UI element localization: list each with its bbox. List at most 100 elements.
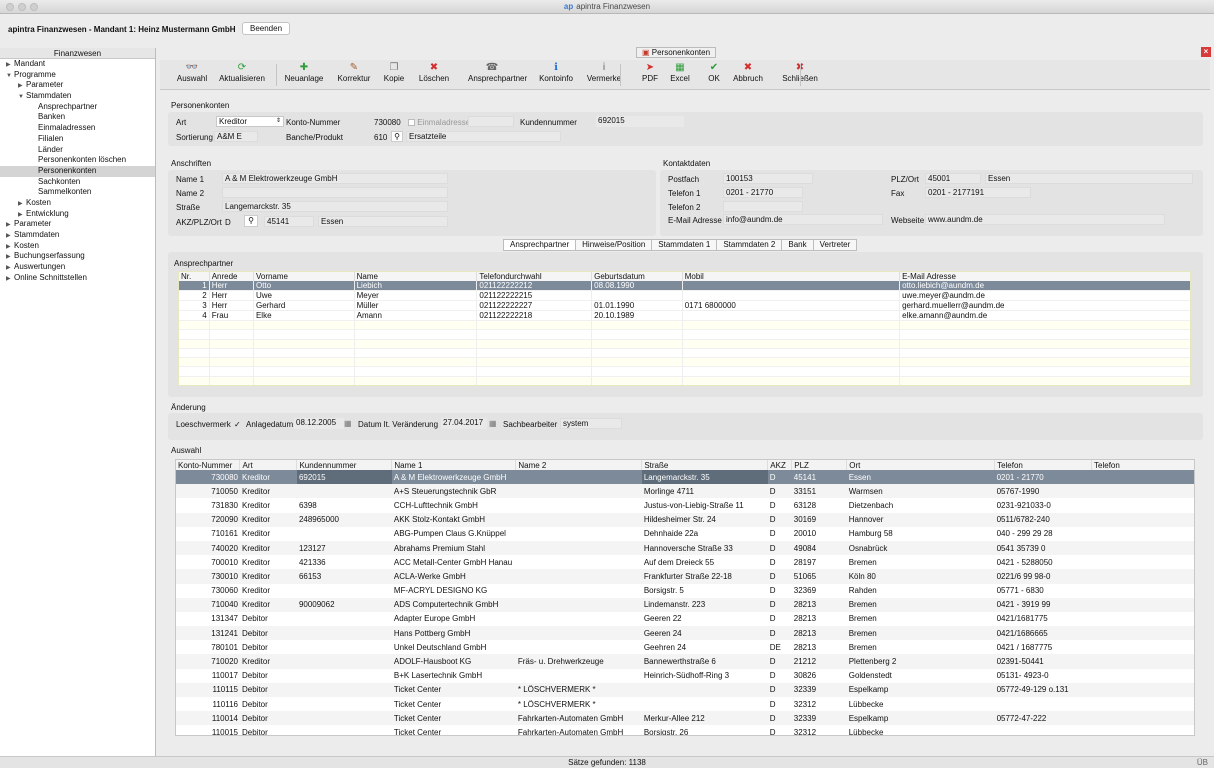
table-row[interactable]: 740020 Kreditor 123127 Abrahams Premium Sta…	[176, 540, 1194, 556]
tab-hinweise-position[interactable]: Hinweise/Position	[575, 239, 653, 251]
column-header[interactable]: Art	[239, 460, 298, 470]
kunden-field[interactable]: 692015	[596, 116, 684, 127]
table-row[interactable]: 2 Herr Uwe Meyer 021122222215 uwe.meyer@aundm…	[179, 290, 1190, 301]
column-header[interactable]: Straße	[641, 460, 769, 470]
table-row[interactable]	[179, 320, 1190, 331]
tab-personenkonten[interactable]: ▣ Personenkonten	[636, 47, 716, 58]
aktualisieren-button[interactable]: ⟳ Aktualisieren	[218, 62, 266, 83]
nav-item[interactable]: Banken	[0, 112, 155, 123]
table-row[interactable]: 731830 Kreditor 6398 CCH-Lufttechnik GmbH Ju…	[176, 498, 1194, 513]
webseite-field[interactable]: www.aundm.de	[925, 214, 1165, 225]
column-header[interactable]: AKZ	[767, 460, 793, 470]
plz-field[interactable]: 45141	[264, 216, 314, 227]
art-select[interactable]: Kreditor ⇕	[216, 116, 284, 127]
column-header[interactable]: Kundennummer	[296, 460, 393, 470]
beenden-button[interactable]: Beenden	[242, 22, 290, 35]
table-row[interactable]: 131241 Debitor Hans Pottberg GmbH Geeren 24…	[176, 626, 1194, 641]
table-row[interactable]: 110116 Debitor Ticket Center * LÖSCHVERMERK…	[176, 697, 1194, 712]
nav-item[interactable]: ▶ Online Schnittstellen	[0, 273, 155, 284]
nav-item[interactable]: ▶ Parameter	[0, 80, 155, 91]
minimize-window-button[interactable]	[18, 3, 26, 11]
calendar-icon[interactable]: ▦	[344, 419, 352, 428]
table-row[interactable]: 110014 Debitor Ticket Center Fahrkarten-Aut…	[176, 711, 1194, 726]
table-row[interactable]: 1 Herr Otto Liebich 021122222212 08.08.1990 ot…	[179, 281, 1190, 291]
table-row[interactable]	[179, 348, 1190, 359]
column-header[interactable]: Ort	[846, 460, 996, 470]
datum-field[interactable]: 27.04.2017	[441, 418, 487, 429]
column-header[interactable]: Telefondurchwahl	[476, 272, 593, 281]
tree-arrow-icon[interactable]: ▼	[6, 71, 14, 82]
tab-ansprechpartner[interactable]: Ansprechpartner	[503, 239, 577, 251]
löschen-button[interactable]: ✖ Löschen	[410, 62, 458, 83]
name2-field[interactable]	[222, 187, 448, 198]
nav-item[interactable]: Personenkonten löschen	[0, 155, 155, 166]
nav-item[interactable]: ▶ Auswertungen	[0, 262, 155, 273]
nav-item[interactable]: ▶ Parameter	[0, 219, 155, 230]
table-row[interactable]: 730060 Kreditor MF-ACRYL DESIGNO KG Borsigs…	[176, 583, 1194, 598]
column-header[interactable]: Anrede	[209, 272, 254, 281]
nav-item[interactable]: ▶ Stammdaten	[0, 230, 155, 241]
nav-item[interactable]: Filialen	[0, 134, 155, 145]
nav-item[interactable]: Einmaladressen	[0, 123, 155, 134]
strasse-field[interactable]: Langemarckstr. 35	[222, 201, 448, 212]
plz-search-icon[interactable]: ⚲	[244, 215, 258, 227]
sachbearbeiter-field[interactable]: system	[560, 418, 622, 429]
table-row[interactable]	[179, 339, 1190, 349]
auswahl-button[interactable]: 👓 Auswahl	[168, 62, 216, 83]
table-row[interactable]: 730010 Kreditor 66153 ACLA-Werke GmbH Frankf…	[176, 569, 1194, 584]
nav-item[interactable]: Personenkonten	[0, 165, 155, 177]
telefon2-field[interactable]	[723, 201, 803, 212]
column-header[interactable]: Geburtsdatum	[591, 272, 683, 281]
nav-item[interactable]: ▶ Kosten	[0, 241, 155, 252]
anlagedatum-field[interactable]: 08.12.2005	[294, 418, 344, 429]
table-row[interactable]: 700010 Kreditor 421336 ACC Metall-Center Gm…	[176, 555, 1194, 570]
table-row[interactable]	[179, 376, 1190, 385]
ort-field[interactable]: Essen	[318, 216, 448, 227]
nav-item[interactable]: Sammelkonten	[0, 187, 155, 198]
nav-item[interactable]: ▼ Stammdaten	[0, 91, 155, 102]
maximize-window-button[interactable]	[30, 3, 38, 11]
table-row[interactable]: 720090 Kreditor 248965000 AKK Stolz-Kontakt…	[176, 512, 1194, 527]
nav-item[interactable]: Sachkonten	[0, 177, 155, 188]
postfach-field[interactable]: 100153	[723, 173, 813, 184]
close-tab-icon[interactable]: ×	[1201, 47, 1211, 57]
table-row[interactable]	[179, 329, 1190, 340]
table-row[interactable]: 710161 Kreditor ABG-Pumpen Claus G.Knüppel…	[176, 526, 1194, 541]
kontakt-plz-field[interactable]: 45001	[925, 173, 981, 184]
kontoinfo-button[interactable]: ℹ Kontoinfo	[532, 62, 580, 83]
tab-stammdaten-1[interactable]: Stammdaten 1	[651, 239, 718, 251]
close-window-button[interactable]	[6, 3, 14, 11]
table-row[interactable]: 110115 Debitor Ticket Center * LÖSCHVERMERK…	[176, 682, 1194, 697]
nav-item[interactable]: ▼ Programme	[0, 70, 155, 81]
column-header[interactable]: PLZ	[791, 460, 848, 470]
nav-item[interactable]: Ansprechpartner	[0, 102, 155, 113]
name1-field[interactable]: A & M Elektrowerkzeuge GmbH	[222, 173, 448, 184]
neuanlage-button[interactable]: ✚ Neuanlage	[280, 62, 328, 83]
table-row[interactable]: 730080 Kreditor 692015 A & M Elektrowerkzeu…	[176, 470, 1194, 485]
column-header[interactable]: Konto-Nummer	[176, 460, 241, 470]
calendar-icon[interactable]: ▦	[489, 419, 497, 428]
table-row[interactable]	[179, 366, 1190, 377]
nav-item[interactable]: ▶ Entwicklung	[0, 209, 155, 220]
tab-bank[interactable]: Bank	[781, 239, 814, 251]
table-row[interactable]: 780101 Debitor Unkel Deutschland GmbH Geehr…	[176, 640, 1194, 655]
table-row[interactable]: 110015 Debitor Ticket Center Fahrkarten-Aut…	[176, 725, 1194, 735]
tab-stammdaten-2[interactable]: Stammdaten 2	[716, 239, 783, 251]
column-header[interactable]: Vorname	[253, 272, 355, 281]
loeschvermerk-checkbox[interactable]: ✓	[234, 420, 241, 429]
branche-search-icon[interactable]: ⚲	[391, 131, 403, 142]
column-header[interactable]: Name	[354, 272, 478, 281]
table-row[interactable]: 710050 Kreditor A+S Steuerungstechnik GbR M…	[176, 484, 1194, 499]
fax-field[interactable]: 0201 - 2177191	[925, 187, 1031, 198]
column-header[interactable]: E-Mail Adresse	[899, 272, 1190, 281]
nav-item[interactable]: ▶ Kosten	[0, 198, 155, 209]
table-row[interactable]: 131347 Debitor Adapter Europe GmbH Geeren 2…	[176, 611, 1194, 627]
einmaladresse-checkbox[interactable]: Einmaladresse	[408, 118, 470, 127]
table-row[interactable]: 710040 Kreditor 90009062 ADS Computertechni…	[176, 597, 1194, 612]
table-row[interactable]: 110017 Debitor B+K Lasertechnik GmbH Heinri…	[176, 668, 1194, 683]
table-row[interactable]: 4 Frau Elke Amann 021122222218 20.10.1989 elke…	[179, 310, 1190, 321]
email-field[interactable]: info@aundm.de	[723, 214, 883, 225]
table-row[interactable]: 3 Herr Gerhard Müller 021122222227 01.01.1990…	[179, 300, 1190, 311]
tree-arrow-icon[interactable]: ▼	[18, 92, 26, 103]
table-row[interactable]: 710020 Kreditor ADOLF-Hausboot KG Fräs- u. …	[176, 654, 1194, 669]
